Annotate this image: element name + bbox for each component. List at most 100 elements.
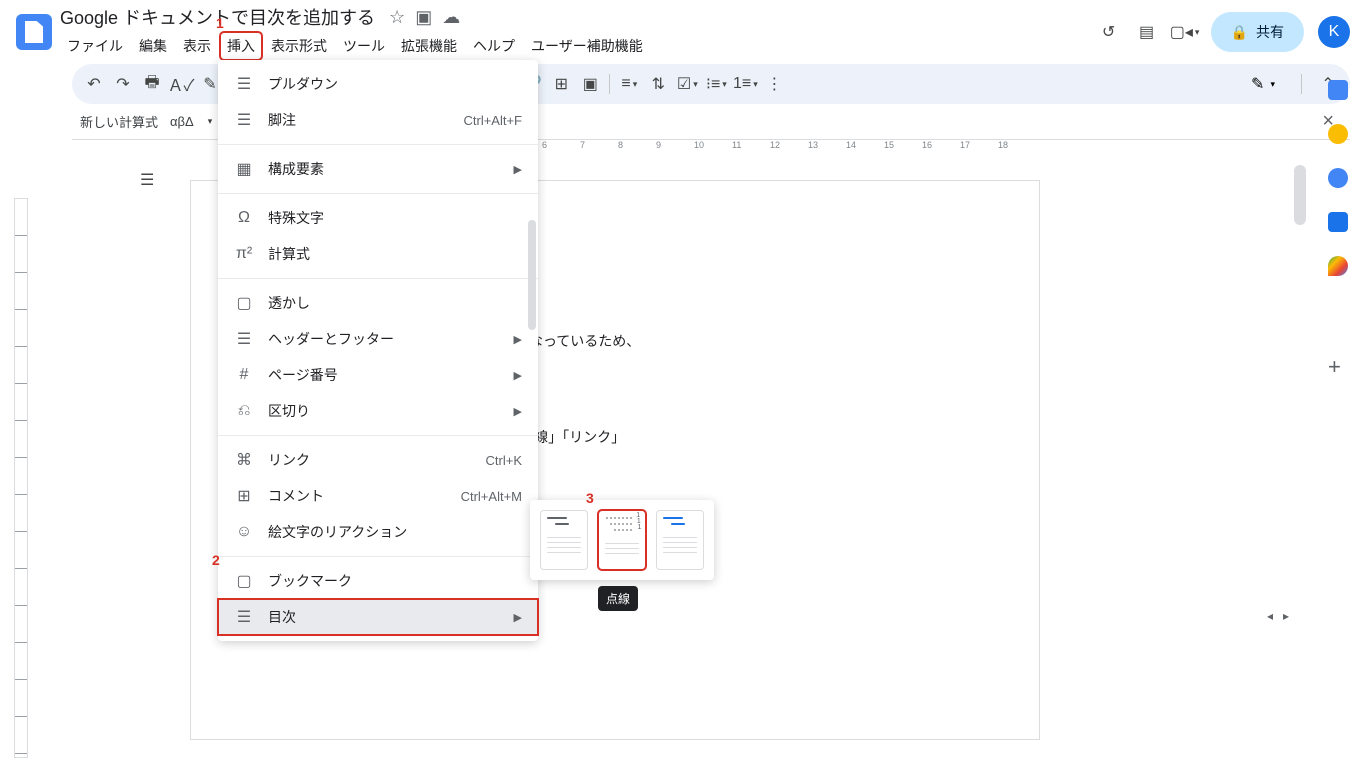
contacts-icon[interactable]: [1328, 212, 1348, 232]
menu-item-4[interactable]: 表示形式: [264, 32, 334, 60]
insert-comment-button[interactable]: ⊞: [547, 70, 575, 98]
bulleted-list-button[interactable]: ⁝≡▾: [702, 70, 730, 98]
menu-item-6[interactable]: 拡張機能: [394, 32, 464, 60]
title-icons: ☆ ▣ ☁: [389, 7, 460, 28]
ruler-mark: 9: [656, 140, 661, 150]
menu-item-shortcut: Ctrl+Alt+F: [463, 113, 522, 128]
ruler-mark: 14: [846, 140, 856, 150]
editing-mode-button[interactable]: ✎▾: [1237, 70, 1289, 98]
meet-icon[interactable]: ▢◂▾: [1173, 20, 1197, 44]
submenu-arrow-icon: ▶: [514, 333, 522, 346]
cloud-icon[interactable]: ☁: [442, 7, 460, 28]
new-equation-button[interactable]: 新しい計算式: [80, 112, 158, 131]
tasks-icon[interactable]: [1328, 168, 1348, 188]
toc-option-dotted[interactable]: [598, 510, 646, 570]
ruler-mark: 18: [998, 140, 1008, 150]
eq-greek-button[interactable]: αβΔ: [170, 114, 194, 129]
more-button[interactable]: ⋮: [760, 70, 788, 98]
spellcheck-button[interactable]: Ａ✓: [167, 70, 195, 98]
menu-item-特殊文字[interactable]: Ω特殊文字: [218, 200, 538, 236]
プルダウン-icon: ☰: [234, 74, 254, 94]
outline-icon[interactable]: ☰: [140, 170, 160, 190]
menu-item-透かし[interactable]: ▢透かし: [218, 285, 538, 321]
menu-item-label: 脚注: [268, 110, 296, 130]
content-area: 6789101112131415161718 ☰ 加する 出しを追加すると目次に…: [0, 140, 1366, 190]
menu-item-1[interactable]: 編集: [132, 32, 174, 60]
menu-item-脚注[interactable]: ☰ 脚注 Ctrl+Alt+F: [218, 102, 538, 138]
share-button[interactable]: 🔒 共有: [1211, 12, 1304, 52]
menu-item-リンク[interactable]: ⌘リンクCtrl+K: [218, 442, 538, 478]
toc-option-plain[interactable]: [540, 510, 588, 570]
menu-item-label: プルダウン: [268, 74, 338, 94]
submenu-arrow-icon: ▶: [514, 163, 522, 176]
menu-item-計算式[interactable]: π²計算式: [218, 236, 538, 272]
insert-image-button[interactable]: ▣: [576, 70, 604, 98]
menu-item-label: 構成要素: [268, 159, 324, 179]
ruler-mark: 12: [770, 140, 780, 150]
menu-item-構成要素[interactable]: ▦構成要素▶: [218, 151, 538, 187]
checklist-button[interactable]: ☑▾: [673, 70, 701, 98]
ruler-mark: 7: [580, 140, 585, 150]
menu-item-コメント[interactable]: ⊞コメントCtrl+Alt+M: [218, 478, 538, 514]
scroll-right-icon[interactable]: ▸: [1278, 609, 1294, 621]
透かし-icon: ▢: [234, 293, 254, 313]
menu-item-label: 区切り: [268, 401, 310, 421]
callout-1: 1: [216, 15, 224, 31]
menu-item-5[interactable]: ツール: [336, 32, 392, 60]
redo-button[interactable]: ↷: [109, 70, 137, 98]
ブックマーク-icon: ▢: [234, 571, 254, 591]
menu-item-7[interactable]: ヘルプ: [466, 32, 522, 60]
menu-item-label: 特殊文字: [268, 208, 324, 228]
numbered-list-button[interactable]: 1≡▾: [731, 70, 759, 98]
toc-option-links[interactable]: [656, 510, 704, 570]
menu-item-shortcut: Ctrl+K: [486, 453, 522, 468]
menu-item-ヘッダーとフッター[interactable]: ☰ヘッダーとフッター▶: [218, 321, 538, 357]
comments-icon[interactable]: ▤: [1135, 20, 1159, 44]
ruler-mark: 8: [618, 140, 623, 150]
menu-item-ブックマーク[interactable]: ▢ ブックマーク: [218, 563, 538, 599]
docs-logo-icon[interactable]: [16, 14, 52, 50]
undo-button[interactable]: ↶: [80, 70, 108, 98]
scrollbar-vertical[interactable]: [1294, 135, 1306, 615]
menu-item-label: 計算式: [268, 244, 310, 264]
print-button[interactable]: 🖶: [138, 70, 166, 98]
menu-separator: [218, 556, 538, 557]
menu-item-絵文字のリアクション[interactable]: ☺絵文字のリアクション: [218, 514, 538, 550]
ruler-vertical[interactable]: [14, 198, 28, 758]
history-icon[interactable]: ↺: [1097, 20, 1121, 44]
scroll-left-icon[interactable]: ◂: [1262, 609, 1278, 621]
line-spacing-button[interactable]: ⇅: [644, 70, 672, 98]
menu-item-label: ヘッダーとフッター: [268, 329, 394, 349]
menu-item-プルダウン[interactable]: ☰ プルダウン: [218, 66, 538, 102]
keep-icon[interactable]: [1328, 124, 1348, 144]
menu-item-label: ページ番号: [268, 365, 338, 385]
side-panel: +: [1310, 64, 1366, 624]
menu-separator: [218, 144, 538, 145]
menu-item-8[interactable]: ユーザー補助機能: [524, 32, 650, 60]
left-margin: ☰: [98, 140, 170, 190]
ruler-mark: 15: [884, 140, 894, 150]
menu-item-0[interactable]: ファイル: [60, 32, 130, 60]
menu-item-label: 目次: [268, 607, 296, 627]
脚注-icon: ☰: [234, 110, 254, 130]
menu-item-3[interactable]: 挿入: [220, 32, 262, 60]
star-icon[interactable]: ☆: [389, 7, 405, 28]
menu-item-目次[interactable]: ☰目次▶: [218, 599, 538, 635]
submenu-arrow-icon: ▶: [514, 405, 522, 418]
move-icon[interactable]: ▣: [415, 7, 432, 28]
align-button[interactable]: ≡▾: [615, 70, 643, 98]
menu-item-ページ番号[interactable]: #ページ番号▶: [218, 357, 538, 393]
ruler-mark: 16: [922, 140, 932, 150]
コメント-icon: ⊞: [234, 486, 254, 506]
ruler-mark: 11: [732, 140, 741, 150]
avatar[interactable]: K: [1318, 16, 1350, 48]
menu-item-label: ブックマーク: [268, 571, 352, 591]
add-icon[interactable]: +: [1328, 354, 1348, 374]
title-area: Google ドキュメントで目次を追加する ☆ ▣ ☁ ファイル編集表示挿入表示…: [60, 4, 1097, 60]
menu-item-shortcut: Ctrl+Alt+M: [461, 489, 522, 504]
リンク-icon: ⌘: [234, 450, 254, 470]
menu-item-2[interactable]: 表示: [176, 32, 218, 60]
calendar-icon[interactable]: [1328, 80, 1348, 100]
menu-item-区切り[interactable]: ⎌区切り▶: [218, 393, 538, 429]
maps-icon[interactable]: [1328, 256, 1348, 276]
